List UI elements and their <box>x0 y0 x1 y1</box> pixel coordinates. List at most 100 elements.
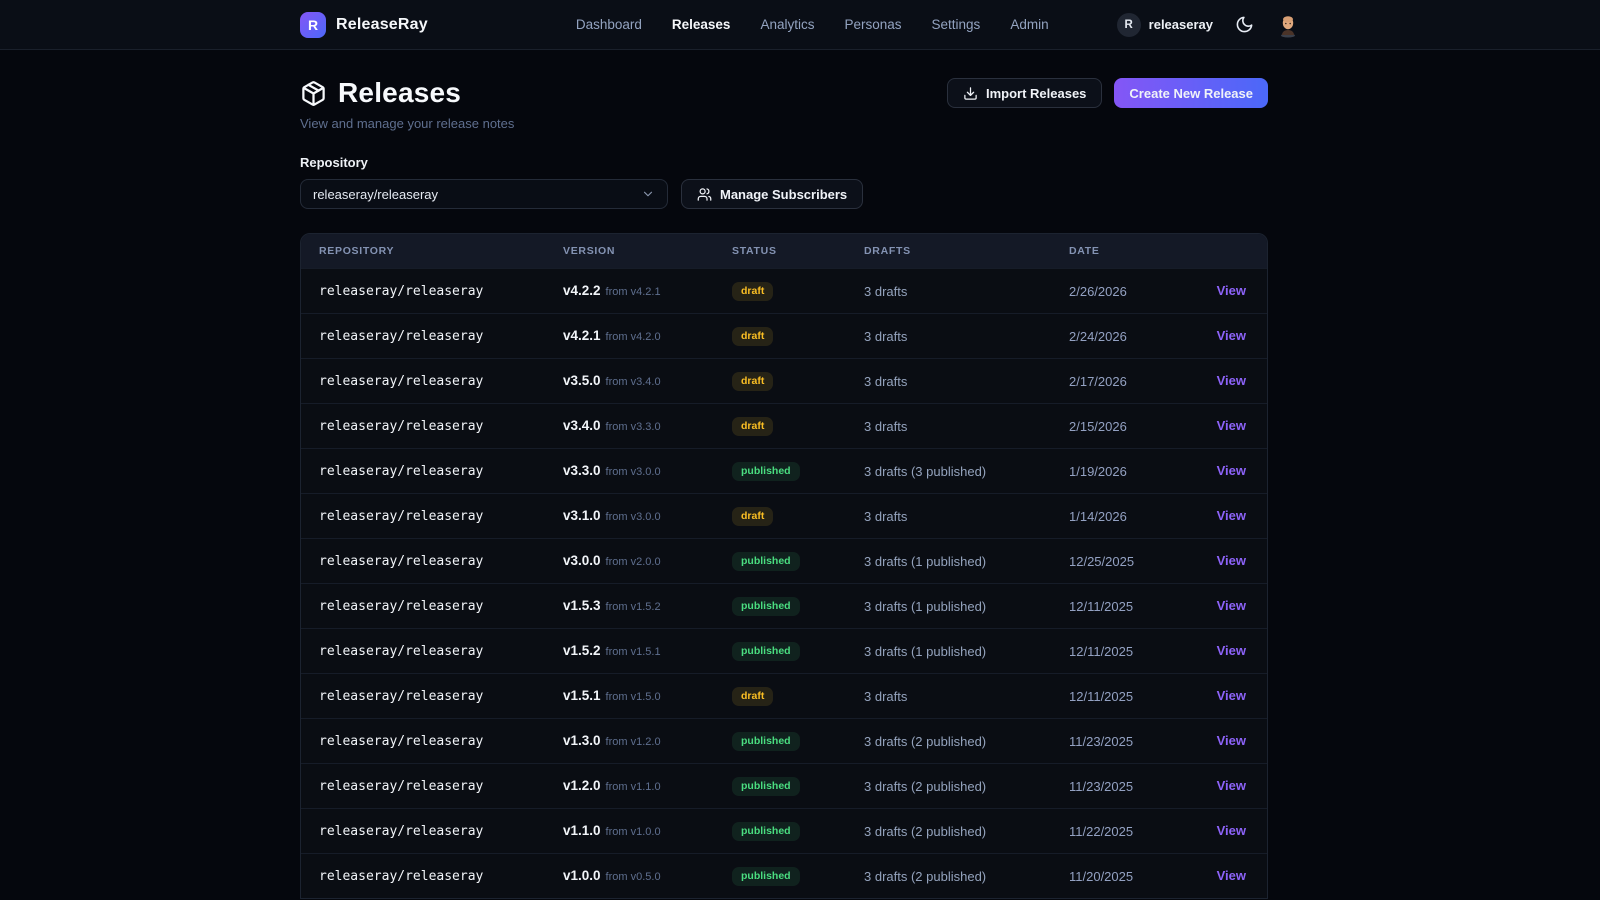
cell-repository: releaseray/releaseray <box>301 599 545 614</box>
cell-actions: View <box>1163 462 1267 480</box>
version-number: v3.3.0 <box>563 463 601 478</box>
view-link[interactable]: View <box>1217 823 1246 838</box>
cell-date: 12/11/2025 <box>1051 599 1163 614</box>
version-number: v1.5.2 <box>563 643 601 658</box>
cell-version: v1.5.1from v1.5.0 <box>545 687 714 705</box>
import-releases-button[interactable]: Import Releases <box>947 78 1102 108</box>
table-row: releaseray/releaseray v1.0.0from v0.5.0 … <box>301 853 1267 898</box>
cell-actions: View <box>1163 327 1267 345</box>
create-new-release-button[interactable]: Create New Release <box>1114 78 1268 108</box>
cell-drafts: 3 drafts (3 published) <box>846 464 1051 479</box>
version-number: v1.1.0 <box>563 823 601 838</box>
dark-mode-toggle[interactable] <box>1235 15 1254 34</box>
view-link[interactable]: View <box>1217 598 1246 613</box>
brand-name: ReleaseRay <box>336 16 428 34</box>
view-link[interactable]: View <box>1217 733 1246 748</box>
cell-actions: View <box>1163 777 1267 795</box>
cell-drafts: 3 drafts (2 published) <box>846 734 1051 749</box>
cell-drafts: 3 drafts (2 published) <box>846 869 1051 884</box>
view-link[interactable]: View <box>1217 373 1246 388</box>
page-title: Releases <box>338 77 461 109</box>
version-from: from v3.4.0 <box>606 376 661 388</box>
table-row: releaseray/releaseray v3.3.0from v3.0.0 … <box>301 448 1267 493</box>
nav-link[interactable]: Personas <box>844 17 901 32</box>
status-badge: draft <box>732 417 773 436</box>
cell-repository: releaseray/releaseray <box>301 824 545 839</box>
cell-version: v3.5.0from v3.4.0 <box>545 372 714 390</box>
nav-link[interactable]: Releases <box>672 17 731 32</box>
user-name: releaseray <box>1149 17 1213 32</box>
cell-version: v3.0.0from v2.0.0 <box>545 552 714 570</box>
cell-status: published <box>714 776 846 796</box>
view-link[interactable]: View <box>1217 778 1246 793</box>
cell-status: published <box>714 821 846 841</box>
brand[interactable]: R ReleaseRay <box>300 12 428 38</box>
package-icon <box>300 80 327 107</box>
nav-link[interactable]: Admin <box>1010 17 1048 32</box>
view-link[interactable]: View <box>1217 508 1246 523</box>
view-link[interactable]: View <box>1217 463 1246 478</box>
version-number: v4.2.1 <box>563 328 601 343</box>
cell-version: v3.1.0 from v3.0.0 <box>545 507 714 525</box>
user-chip[interactable]: R releaseray <box>1117 13 1213 37</box>
version-from: from v3.0.0 <box>606 511 661 523</box>
view-link[interactable]: View <box>1217 643 1246 658</box>
version-number: v1.3.0 <box>563 733 601 748</box>
avatar-person-icon <box>1277 14 1299 38</box>
version-from: from v3.3.0 <box>606 421 661 433</box>
cell-repository: releaseray/releaseray <box>301 464 545 479</box>
view-link[interactable]: View <box>1217 868 1246 883</box>
create-new-release-label: Create New Release <box>1129 86 1253 101</box>
cell-repository: releaseray/releaseray <box>301 644 545 659</box>
version-from: from v4.2.0 <box>606 331 661 343</box>
cell-repository: releaseray/releaseray <box>301 554 545 569</box>
user-avatar[interactable] <box>1276 12 1300 38</box>
cell-date: 2/17/2026 <box>1051 374 1163 389</box>
import-releases-label: Import Releases <box>986 86 1086 101</box>
view-link[interactable]: View <box>1217 418 1246 433</box>
view-link[interactable]: View <box>1217 553 1246 568</box>
version-from: from v0.5.0 <box>606 871 661 883</box>
cell-date: 12/11/2025 <box>1051 644 1163 659</box>
page-subtitle: View and manage your release notes <box>300 116 514 131</box>
cell-version: v1.1.0from v1.0.0 <box>545 822 714 840</box>
manage-subscribers-button[interactable]: Manage Subscribers <box>681 179 863 209</box>
cell-status: draft <box>714 416 846 436</box>
version-from: from v4.2.1 <box>606 286 661 298</box>
version-number: v3.4.0 <box>563 418 601 433</box>
status-badge: published <box>732 642 800 661</box>
repository-select-value: releaseray/releaseray <box>313 187 438 202</box>
table-row: releaseray/releaseray v3.1.0from v3.0.0 … <box>301 493 1267 538</box>
status-badge: draft <box>732 687 773 706</box>
table-header-row: Repository Version Status Drafts Date <box>301 234 1267 268</box>
repository-select[interactable]: releaseray/releaseray <box>300 179 668 209</box>
nav-link[interactable]: Settings <box>932 17 981 32</box>
table-body: releaseray/releaseray v4.2.2from v4.2.1 … <box>301 268 1267 898</box>
table-row: releaseray/releaseray v3.0.0from v2.0.0 … <box>301 538 1267 583</box>
table-row: releaseray/releaseray v1.1.0from v1.0.0 … <box>301 808 1267 853</box>
nav-link[interactable]: Dashboard <box>576 17 642 32</box>
column-header-date: Date <box>1051 245 1163 257</box>
nav-link[interactable]: Analytics <box>760 17 814 32</box>
cell-version: v1.2.0from v1.1.0 <box>545 777 714 795</box>
cell-date: 2/15/2026 <box>1051 419 1163 434</box>
cell-status: draft <box>714 506 846 526</box>
status-badge: draft <box>732 507 773 526</box>
view-link[interactable]: View <box>1217 283 1246 298</box>
view-link[interactable]: View <box>1217 688 1246 703</box>
cell-status: published <box>714 641 846 661</box>
cell-actions: View <box>1163 372 1267 390</box>
version-number: v3.1.0 <box>563 508 601 523</box>
table-row: releaseray/releaseray v1.5.2from v1.5.1 … <box>301 628 1267 673</box>
cell-status: published <box>714 596 846 616</box>
cell-version: v3.4.0 from v3.3.0 <box>545 417 714 435</box>
cell-repository: releaseray/releaseray <box>301 374 545 389</box>
cell-repository: releaseray/releaseray <box>301 509 545 524</box>
main-content: Releases View and manage your release no… <box>300 77 1268 899</box>
user-initial: R <box>1125 19 1133 31</box>
view-link[interactable]: View <box>1217 328 1246 343</box>
cell-date: 1/14/2026 <box>1051 509 1163 524</box>
cell-drafts: 3 drafts <box>846 284 1051 299</box>
users-icon <box>697 187 712 202</box>
version-number: v4.2.2 <box>563 283 601 298</box>
